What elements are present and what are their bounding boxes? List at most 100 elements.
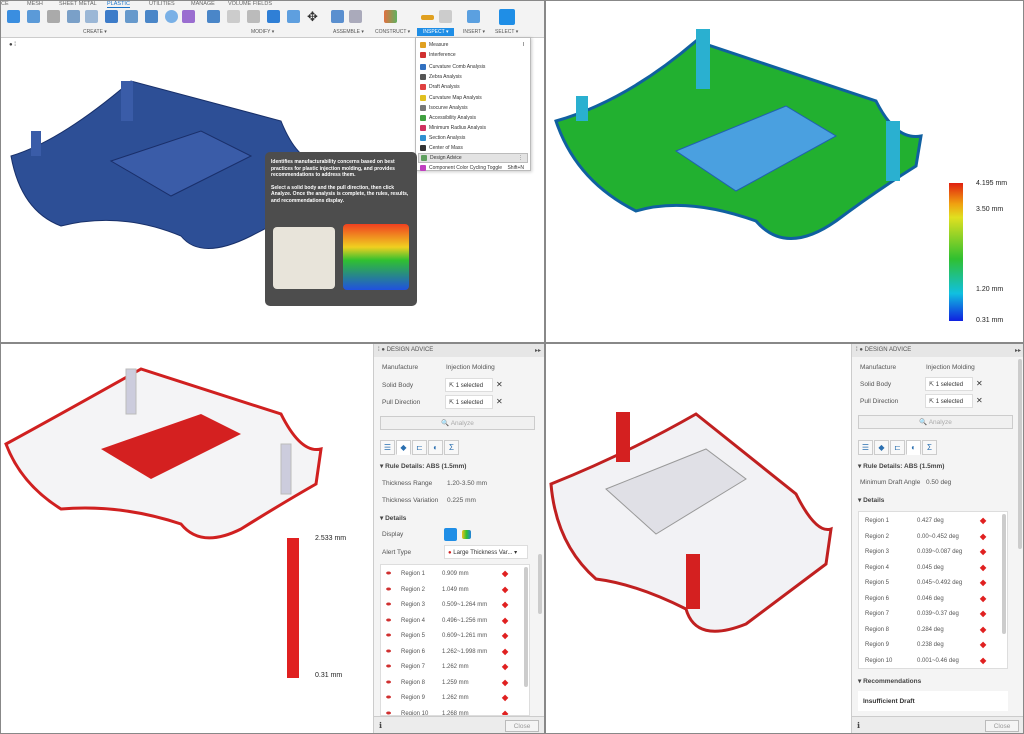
tab-rib-icon[interactable]: ⊏ xyxy=(890,440,905,455)
region-row[interactable]: Region 9 0.238 deg ◆ xyxy=(859,638,999,653)
alert-type-dropdown[interactable]: ● Large Thickness Var... ▾ xyxy=(444,545,528,559)
tab-volume-fields[interactable]: VOLUME FIELDS xyxy=(228,1,272,7)
pull-direction-selector[interactable]: ⇱ 1 selected xyxy=(925,394,973,408)
fillet-icon[interactable] xyxy=(227,10,240,23)
info-icon[interactable]: ℹ xyxy=(857,721,860,730)
clear-solid-body-icon[interactable]: ✕ xyxy=(496,380,503,389)
tab-plastic[interactable]: PLASTIC xyxy=(107,1,130,8)
pull-direction-selector[interactable]: ⇱ 1 selected xyxy=(445,395,493,409)
list-scrollbar[interactable] xyxy=(524,567,528,687)
snap-fit-icon[interactable] xyxy=(125,10,138,23)
region-row[interactable]: ⬬ Region 9 1.262 mm ◆ xyxy=(381,691,521,706)
region-row[interactable]: Region 5 0.045~0.492 deg ◆ xyxy=(859,576,999,591)
details-header[interactable]: ▾ Details xyxy=(380,514,406,522)
tab-ce[interactable]: CE xyxy=(1,1,9,7)
display-solid-icon[interactable] xyxy=(444,528,457,541)
tab-thickness-icon[interactable]: ◆ xyxy=(874,440,889,455)
panel-scrollbar[interactable] xyxy=(1018,359,1022,549)
region-row[interactable]: Region 3 0.039~0.087 deg ◆ xyxy=(859,545,999,560)
menu-item-curvature-map-analysis[interactable]: Curvature Map Analysis xyxy=(418,93,528,103)
tab-sheet-metal[interactable]: SHEET METAL xyxy=(59,1,97,7)
region-row[interactable]: ⬬ Region 1 0.909 mm ◆ xyxy=(381,567,521,582)
menu-item-center-of-mass[interactable]: Center of Mass xyxy=(418,143,528,153)
region-row[interactable]: Region 10 0.001~0.46 deg ◆ xyxy=(859,654,999,669)
web-icon[interactable] xyxy=(85,10,98,23)
tab-list-icon[interactable]: ☰ xyxy=(858,440,873,455)
region-row[interactable]: ⬬ Region 10 1.268 mm ◆ xyxy=(381,707,521,716)
expand-icon[interactable]: ▸▸ xyxy=(1015,347,1021,354)
solid-body-selector[interactable]: ⇱ 1 selected xyxy=(925,377,973,391)
manufacture-value[interactable]: Injection Molding xyxy=(446,364,495,371)
tab-thickness-icon[interactable]: ◆ xyxy=(396,440,411,455)
region-row[interactable]: ⬬ Region 7 1.262 mm ◆ xyxy=(381,660,521,675)
menu-item-measure[interactable]: Measure I xyxy=(418,40,528,50)
tab-radius-icon[interactable]: Σ xyxy=(444,440,459,455)
split-body-icon[interactable] xyxy=(287,10,300,23)
manufacture-value[interactable]: Injection Molding xyxy=(926,364,975,371)
region-row[interactable]: ⬬ Region 2 1.049 mm ◆ xyxy=(381,583,521,598)
select-icon[interactable] xyxy=(499,9,515,25)
region-row[interactable]: Region 6 0.046 deg ◆ xyxy=(859,592,999,607)
panel-scrollbar[interactable] xyxy=(538,554,542,614)
tab-radius-icon[interactable]: Σ xyxy=(922,440,937,455)
modify-group[interactable]: MODIFY ▾ xyxy=(251,29,274,35)
info-icon[interactable]: ℹ xyxy=(379,721,382,730)
region-row[interactable]: Region 4 0.045 deg ◆ xyxy=(859,561,999,576)
move-icon[interactable]: ✥ xyxy=(307,10,320,23)
tab-rib-icon[interactable]: ⊏ xyxy=(412,440,427,455)
region-row[interactable]: ⬬ Region 5 0.609~1.261 mm ◆ xyxy=(381,629,521,644)
vent-icon[interactable] xyxy=(165,10,178,23)
menu-item-draft-analysis[interactable]: Draft Analysis xyxy=(418,82,528,92)
press-pull-icon[interactable] xyxy=(207,10,220,23)
rib-icon[interactable] xyxy=(67,10,80,23)
tab-list-icon[interactable]: ☰ xyxy=(380,440,395,455)
display-color-map-icon[interactable] xyxy=(462,530,471,539)
recommendations-header[interactable]: ▾ Recommendations xyxy=(858,677,921,685)
combine-icon[interactable] xyxy=(267,10,280,23)
analyze-button[interactable]: 🔍 Analyze xyxy=(858,415,1013,429)
details-header[interactable]: ▾ Details xyxy=(858,496,884,504)
shell-icon[interactable] xyxy=(47,10,60,23)
extrude-icon[interactable] xyxy=(7,10,20,23)
clear-pull-direction-icon[interactable]: ✕ xyxy=(976,396,983,405)
region-row[interactable]: ⬬ Region 3 0.509~1.264 mm ◆ xyxy=(381,598,521,613)
joint-icon[interactable] xyxy=(349,10,362,23)
analyze-button[interactable]: 🔍 Analyze xyxy=(380,416,535,430)
inspect-group[interactable]: INSPECT ▾ xyxy=(417,28,455,36)
menu-item-accessibility-analysis[interactable]: Accessibility Analysis xyxy=(418,113,528,123)
tab-manage[interactable]: MANAGE xyxy=(191,1,215,7)
region-row[interactable]: ⬬ Region 6 1.262~1.998 mm ◆ xyxy=(381,645,521,660)
tab-utilities[interactable]: UTILITIES xyxy=(149,1,175,7)
close-button[interactable]: Close xyxy=(985,720,1019,732)
clear-pull-direction-icon[interactable]: ✕ xyxy=(496,397,503,406)
region-row[interactable]: ⬬ Region 8 1.259 mm ◆ xyxy=(381,676,521,691)
rule-details-header[interactable]: ▾ Rule Details: ABS (1.5mm) xyxy=(380,462,466,470)
tab-draft-icon[interactable]: ◐ xyxy=(428,440,443,455)
tab-draft-icon[interactable]: ◐ xyxy=(906,440,921,455)
expand-icon[interactable]: ▸▸ xyxy=(535,347,541,354)
clear-solid-body-icon[interactable]: ✕ xyxy=(976,379,983,388)
browser-toggle-icon[interactable]: ● ⁞ xyxy=(9,42,16,48)
menu-item-isocurve-analysis[interactable]: Isocurve Analysis xyxy=(418,103,528,113)
solid-body-selector[interactable]: ⇱ 1 selected xyxy=(445,378,493,392)
menu-item-curvature-comb-analysis[interactable]: Curvature Comb Analysis xyxy=(418,62,528,72)
menu-item-section-analysis[interactable]: Section Analysis xyxy=(418,133,528,143)
close-button[interactable]: Close xyxy=(505,720,539,732)
chamfer-icon[interactable] xyxy=(247,10,260,23)
lip-groove-icon[interactable] xyxy=(182,10,195,23)
menu-item-design-advice[interactable]: Design Advice ⋮ xyxy=(418,153,528,164)
create-group[interactable]: CREATE ▾ xyxy=(83,29,107,35)
region-row[interactable]: ⬬ Region 4 0.496~1.256 mm ◆ xyxy=(381,614,521,629)
revolve-icon[interactable] xyxy=(27,10,40,23)
menu-item-interference[interactable]: Interference xyxy=(418,50,528,60)
region-row[interactable]: Region 7 0.039~0.37 deg ◆ xyxy=(859,607,999,622)
offset-plane-icon[interactable] xyxy=(384,10,397,23)
menu-item-minimum-radius-analysis[interactable]: Minimum Radius Analysis xyxy=(418,123,528,133)
inspect-magnifier-icon[interactable] xyxy=(439,10,452,23)
menu-item-component-color-cycling-toggle[interactable]: Component Color Cycling Toggle Shift+N xyxy=(418,163,528,173)
construct-group[interactable]: CONSTRUCT ▾ xyxy=(375,29,410,35)
region-row[interactable]: Region 1 0.427 deg ◆ xyxy=(859,514,999,529)
region-row[interactable]: Region 2 0.00~0.452 deg ◆ xyxy=(859,530,999,545)
select-group[interactable]: SELECT ▾ xyxy=(495,29,518,35)
assemble-group[interactable]: ASSEMBLE ▾ xyxy=(333,29,364,35)
